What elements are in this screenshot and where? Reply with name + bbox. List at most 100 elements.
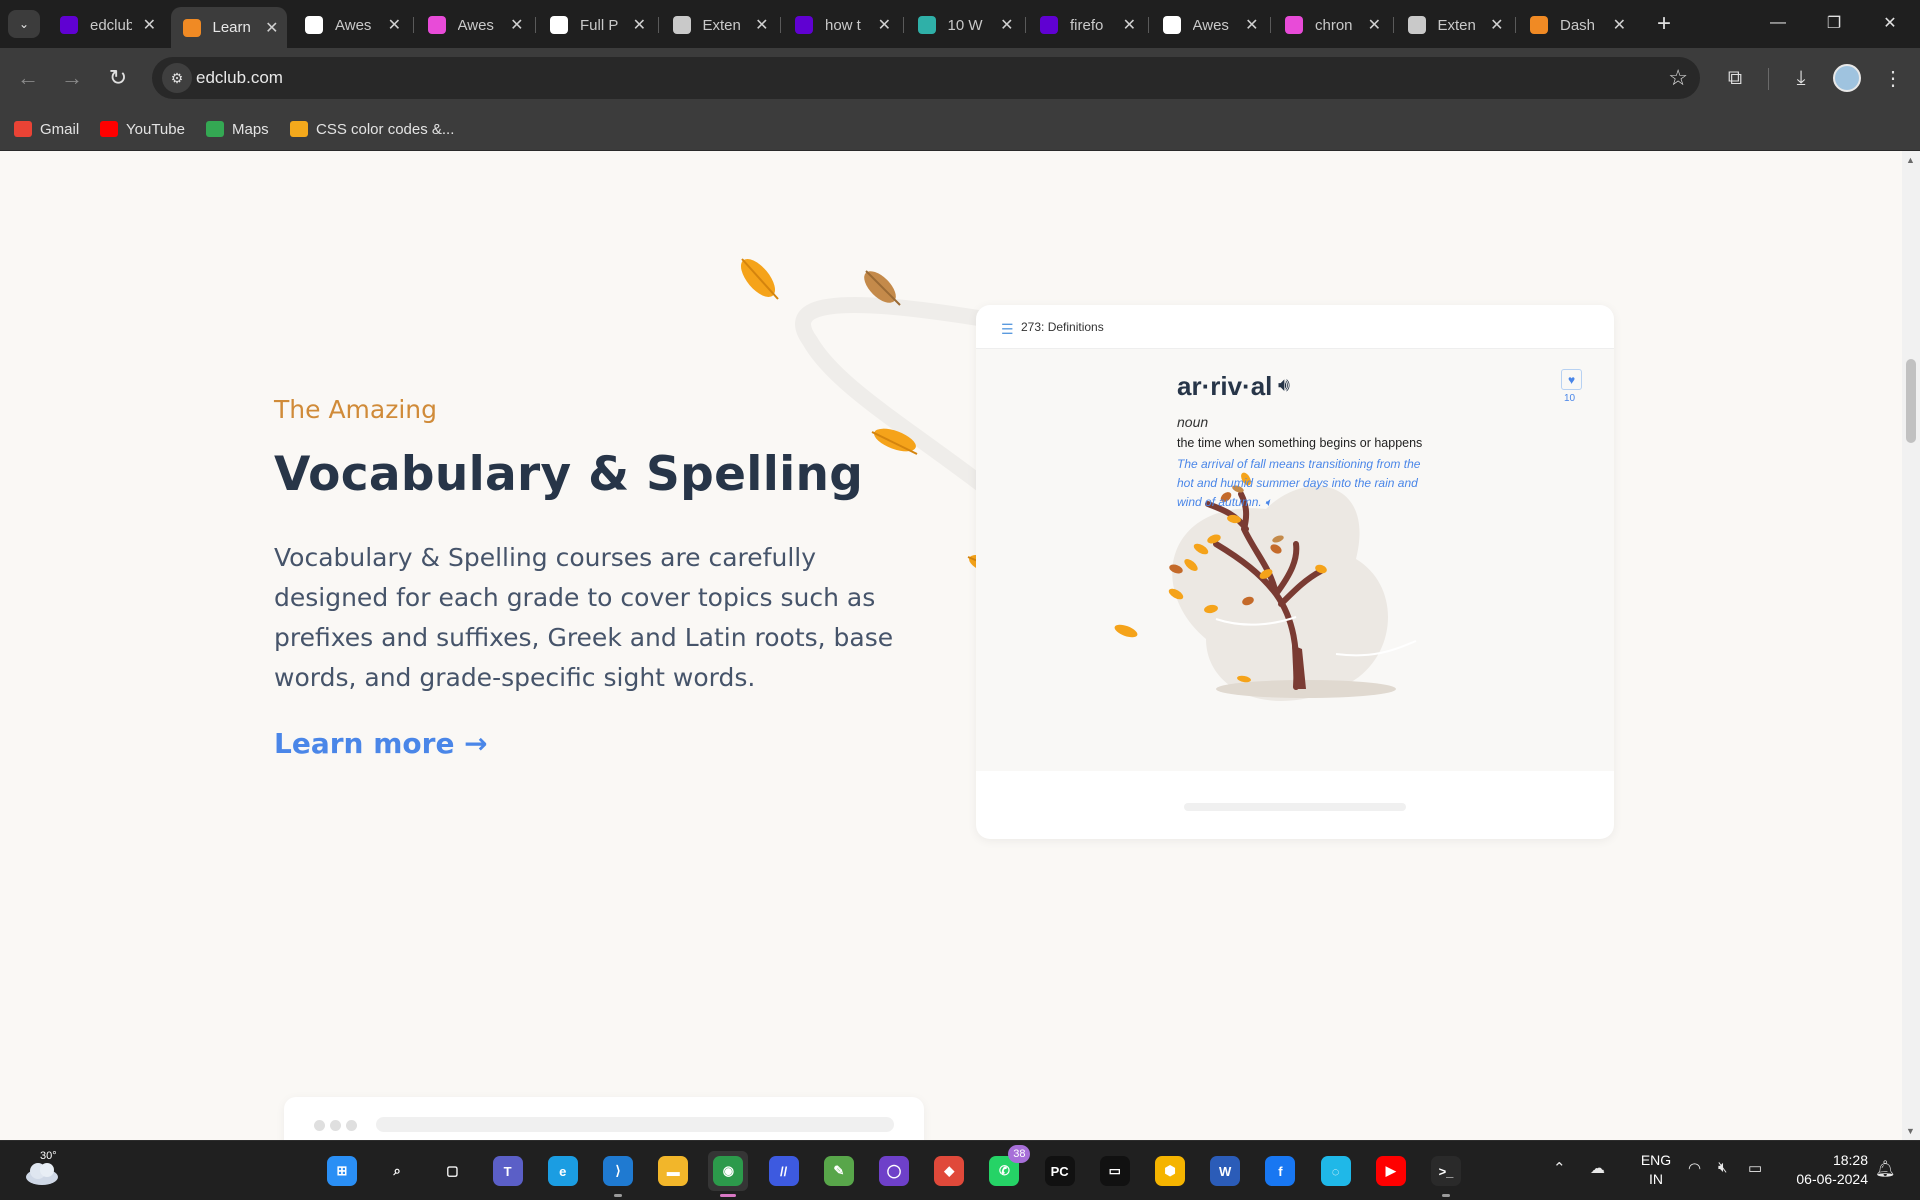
browser-tab[interactable]: Awes ✕ — [293, 8, 409, 42]
pronounce-speaker-icon[interactable]: 🔊︎ — [1278, 375, 1290, 397]
back-button[interactable]: ← — [10, 60, 46, 96]
task-view-icon[interactable]: ▢ — [432, 1151, 472, 1191]
whatsapp-icon[interactable]: ✆ 38 — [984, 1145, 1031, 1191]
leaf-icon — [740, 258, 779, 300]
chrome-icon[interactable]: ◉ — [708, 1151, 749, 1197]
tab-search-button[interactable]: ⌄ — [8, 10, 40, 38]
git-icon[interactable]: ◆ — [929, 1151, 969, 1191]
browser-tab[interactable]: Awes ✕ — [416, 8, 532, 42]
tab-close-icon[interactable]: ✕ — [1000, 15, 1013, 35]
tab-close-icon[interactable]: ✕ — [1368, 15, 1381, 35]
alexa-icon[interactable]: ◌ — [1316, 1151, 1356, 1191]
scroll-thumb[interactable] — [1906, 359, 1916, 443]
tab-close-icon[interactable]: ✕ — [265, 18, 278, 38]
learn-more-link[interactable]: Learn more → — [274, 727, 488, 760]
toolbar-divider — [1768, 68, 1769, 90]
browser-tab[interactable]: firefo ✕ — [1028, 8, 1144, 42]
minimize-button[interactable]: — — [1758, 8, 1798, 38]
bookmark-label: Gmail — [40, 120, 80, 138]
browser-tab[interactable]: chron ✕ — [1273, 8, 1389, 42]
battery-icon[interactable]: ▭ — [1748, 1159, 1762, 1177]
tab-close-icon[interactable]: ✕ — [878, 15, 891, 35]
browser-tab[interactable]: Full P ✕ — [538, 8, 654, 42]
menu-lines-icon[interactable]: ☰ — [1001, 321, 1014, 338]
facebook-icon[interactable]: f — [1260, 1151, 1300, 1191]
example-speaker-icon[interactable]: 🔈︎ — [1262, 495, 1272, 509]
bookmark-item[interactable]: Gmail — [14, 117, 79, 141]
forward-button[interactable]: → — [54, 60, 90, 96]
extensions-icon[interactable]: ⧉ — [1717, 60, 1753, 96]
tab-close-icon[interactable]: ✕ — [510, 15, 523, 35]
tab-close-icon[interactable]: ✕ — [755, 15, 768, 35]
app-glyph: ◉ — [713, 1156, 744, 1186]
word-icon[interactable]: W — [1205, 1151, 1245, 1191]
browser-tab[interactable]: Exten ✕ — [661, 8, 777, 42]
browser-tab[interactable]: how t ✕ — [783, 8, 899, 42]
url-text[interactable]: edclub.com — [196, 68, 283, 88]
new-tab-button[interactable]: + — [1650, 10, 1678, 38]
browser-tab[interactable]: Exten ✕ — [1396, 8, 1512, 42]
file-explorer-icon[interactable]: ▬ — [653, 1151, 693, 1191]
search-icon[interactable]: ⌕ — [377, 1151, 417, 1191]
browser-tab[interactable]: 10 W ✕ — [906, 8, 1022, 42]
card-header: ☰ 273: Definitions — [976, 305, 1614, 349]
tab-separator — [535, 17, 536, 33]
notepad-icon[interactable]: ✎ — [819, 1151, 859, 1191]
tab-close-icon[interactable]: ✕ — [388, 15, 401, 35]
wifi-icon[interactable]: ◠ — [1688, 1159, 1701, 1177]
box-icon[interactable]: ⬢ — [1150, 1151, 1190, 1191]
downloads-icon[interactable]: ⤓ — [1783, 60, 1819, 96]
vscode-icon[interactable]: ⟩ — [598, 1151, 638, 1197]
browser-tab[interactable]: Learn ✕ — [170, 7, 287, 48]
edge-icon[interactable]: e — [543, 1151, 583, 1191]
tab-close-icon[interactable]: ✕ — [1490, 15, 1503, 35]
show-hidden-icons[interactable]: ⌃ — [1553, 1159, 1566, 1177]
terminal-icon[interactable]: ▭ — [1095, 1151, 1135, 1191]
input-language[interactable]: ENG IN — [1636, 1151, 1676, 1189]
teams-icon[interactable]: T — [488, 1151, 528, 1191]
browser-tab[interactable]: Awes ✕ — [1151, 8, 1267, 42]
tab-close-icon[interactable]: ✕ — [633, 15, 646, 35]
restore-button[interactable]: ❐ — [1814, 8, 1854, 38]
volume-muted-icon[interactable]: 🔇︎ — [1718, 1159, 1727, 1176]
example-sentence: The arrival of fall means transitioning … — [1177, 457, 1421, 509]
vocab-word: ar·riv·al — [1177, 371, 1273, 401]
site-info-icon[interactable]: ⚙ — [162, 63, 192, 93]
tab-separator — [412, 17, 414, 33]
bookmark-star-icon[interactable]: ☆ — [1668, 65, 1688, 91]
notification-bell-icon[interactable]: 🔔︎ — [1875, 1159, 1895, 1179]
address-bar[interactable]: ⚙ edclub.com ☆ — [152, 57, 1700, 99]
colorwheel-icon — [427, 16, 446, 34]
start-icon[interactable]: ⊞ — [322, 1151, 362, 1191]
windows-terminal-icon[interactable]: >_ — [1426, 1151, 1466, 1197]
tab-separator — [902, 17, 904, 33]
vertical-scrollbar[interactable]: ▲ ▼ — [1902, 151, 1920, 1140]
scroll-up-arrow-icon[interactable]: ▲ — [1906, 155, 1915, 165]
tab-close-icon[interactable]: ✕ — [143, 15, 156, 35]
bookmark-item[interactable]: CSS color codes &... — [290, 117, 454, 141]
favorite-heart-icon[interactable]: ♥ — [1561, 369, 1582, 390]
browser-toolbar: ← → ↻ ⚙ edclub.com ☆ ⧉ ⤓ ⋮ — [0, 48, 1920, 108]
ide-icon[interactable]: // — [764, 1151, 804, 1191]
close-window-button[interactable]: ✕ — [1870, 8, 1910, 38]
tab-close-icon[interactable]: ✕ — [1123, 15, 1136, 35]
bookmark-item[interactable]: Maps — [206, 117, 269, 141]
yahoo-icon — [60, 16, 78, 34]
profile-avatar[interactable] — [1833, 64, 1861, 92]
menu-icon[interactable]: ⋮ — [1875, 60, 1911, 96]
onedrive-icon[interactable]: ☁ — [1590, 1159, 1605, 1177]
tab-label: Exten — [1437, 16, 1476, 34]
app-glyph: T — [492, 1156, 523, 1186]
github-icon[interactable]: ◯ — [874, 1151, 914, 1191]
youtube-app-icon[interactable]: ▶ — [1371, 1151, 1411, 1191]
bookmark-item[interactable]: YouTube — [100, 117, 185, 141]
pycharm-icon[interactable]: PC — [1040, 1151, 1080, 1191]
scroll-down-arrow-icon[interactable]: ▼ — [1906, 1126, 1915, 1136]
tab-separator — [780, 17, 781, 33]
tab-close-icon[interactable]: ✕ — [1613, 15, 1626, 35]
reload-button[interactable]: ↻ — [100, 60, 136, 96]
system-clock[interactable]: 18:28 06-06-2024 — [1788, 1151, 1868, 1189]
browser-tab[interactable]: edclub ✕ — [48, 8, 164, 42]
browser-tab[interactable]: Dash ✕ — [1518, 8, 1634, 42]
tab-close-icon[interactable]: ✕ — [1245, 15, 1258, 35]
